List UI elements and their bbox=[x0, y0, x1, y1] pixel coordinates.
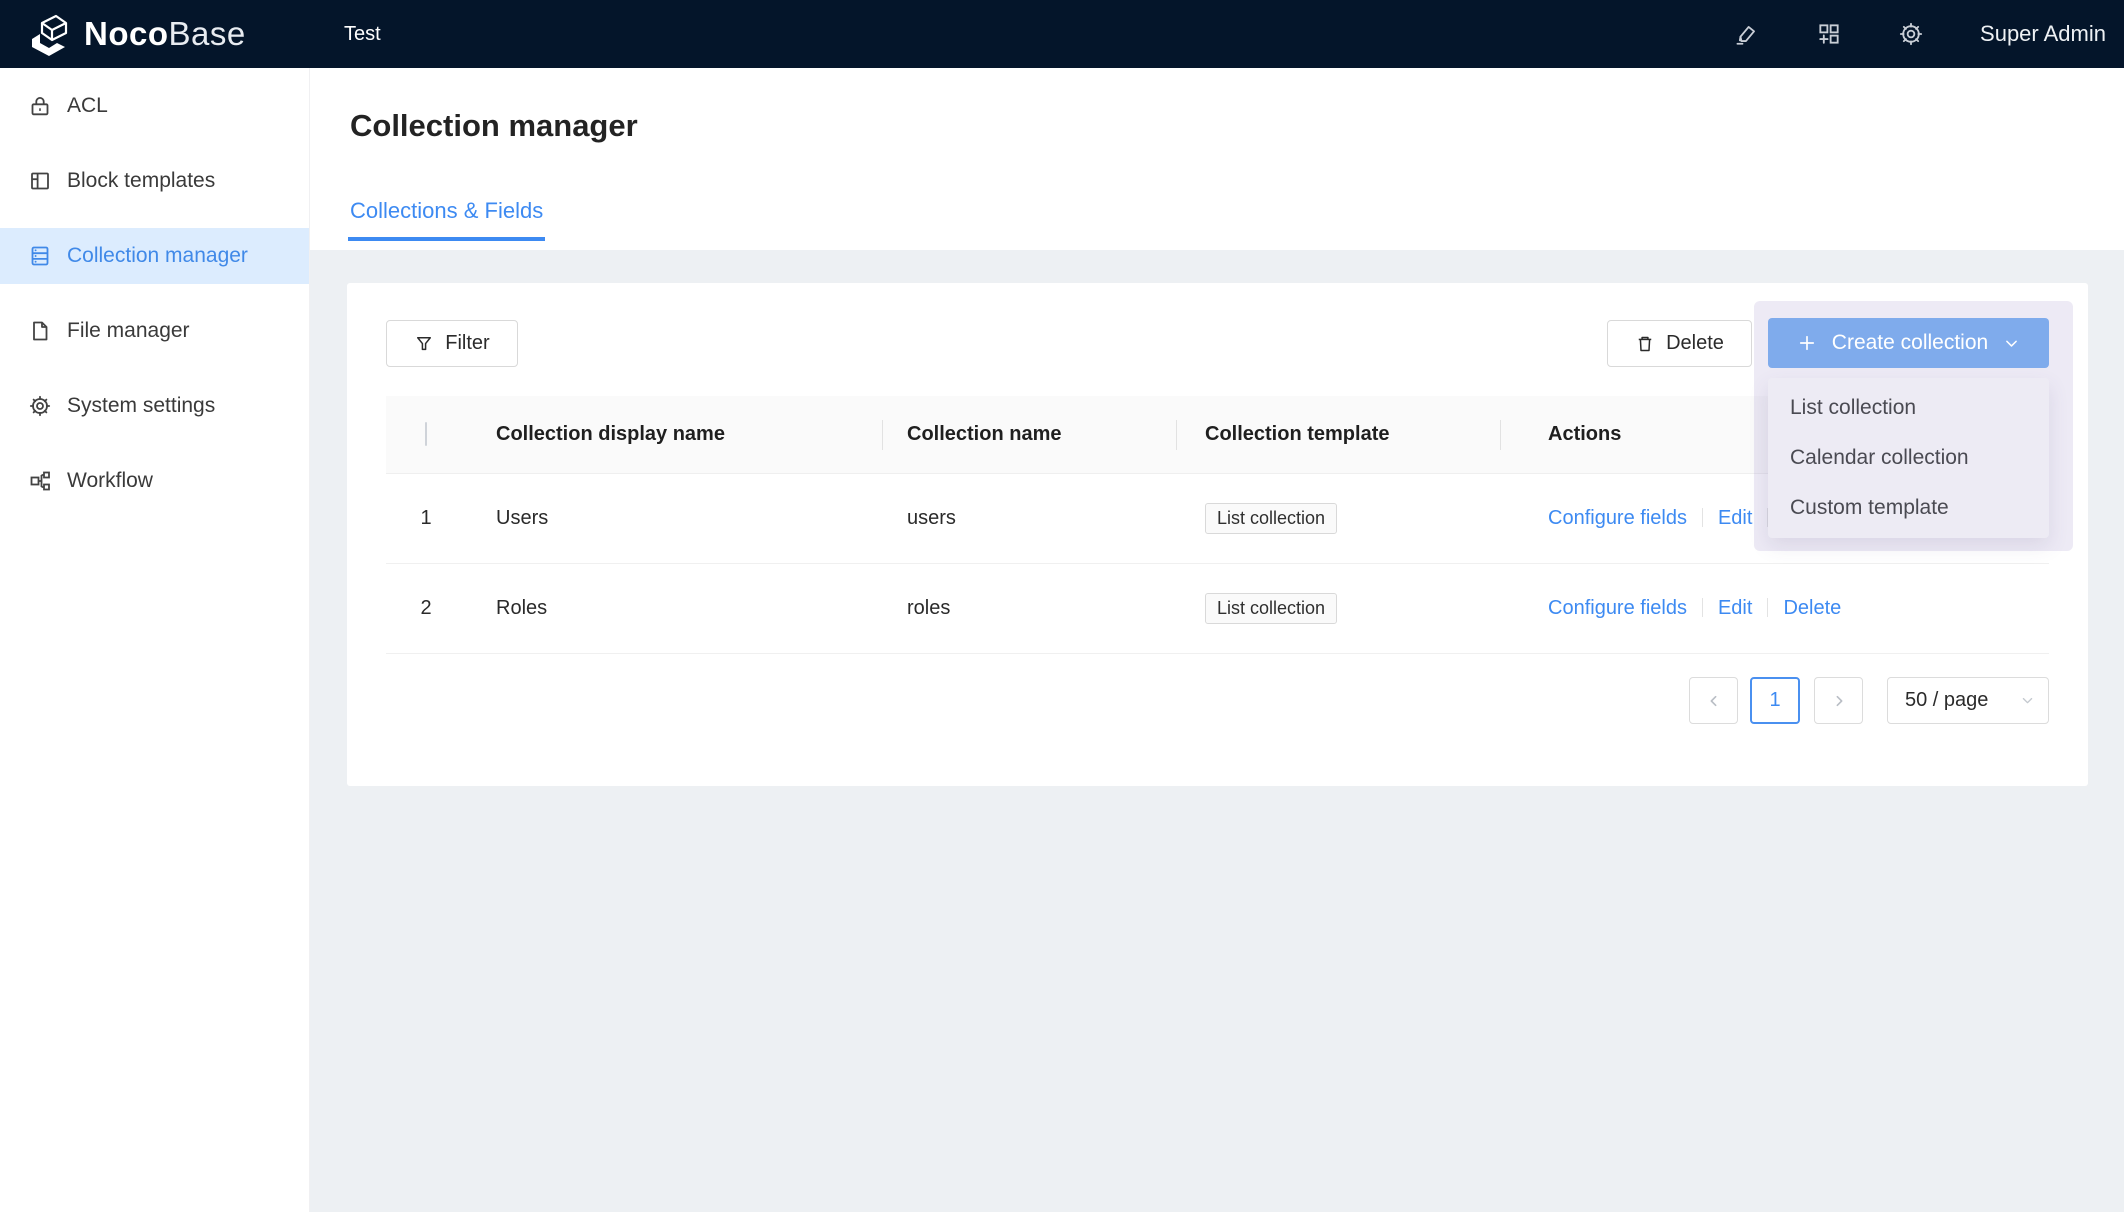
edit-link[interactable]: Edit bbox=[1718, 597, 1752, 619]
filter-icon bbox=[414, 334, 434, 354]
create-collection-button[interactable]: Create collection bbox=[1768, 318, 2049, 368]
column-header: Collection template bbox=[1176, 423, 1500, 446]
pagination: 1 50 / page bbox=[1689, 677, 2049, 724]
delete-button-label: Delete bbox=[1666, 332, 1724, 355]
nocobase-logo[interactable]: NocoBase bbox=[0, 12, 310, 56]
create-collection-label: Create collection bbox=[1832, 331, 1988, 355]
menu-item-calendar-collection[interactable]: Calendar collection bbox=[1768, 433, 2049, 483]
column-header: Collection display name bbox=[466, 423, 882, 446]
page-title: Collection manager bbox=[350, 108, 638, 144]
page-size-select[interactable]: 50 / page bbox=[1887, 677, 2049, 724]
select-all-checkbox[interactable] bbox=[425, 422, 427, 446]
nocobase-logo-icon bbox=[26, 12, 72, 56]
navbar-right: Super Admin bbox=[1734, 21, 2124, 47]
highlighter-icon[interactable] bbox=[1734, 21, 1760, 47]
workflow-icon bbox=[28, 469, 52, 493]
user-menu[interactable]: Super Admin bbox=[1980, 21, 2106, 47]
delete-link[interactable]: Delete bbox=[1783, 597, 1841, 619]
sidebar-item-label: File manager bbox=[67, 319, 190, 343]
chevron-right-icon bbox=[1831, 693, 1847, 709]
plugin-manager-icon[interactable] bbox=[1816, 21, 1842, 47]
sidebar-item-label: Workflow bbox=[67, 469, 153, 493]
cell-collection-name: users bbox=[882, 507, 1176, 530]
next-page-button[interactable] bbox=[1814, 677, 1863, 724]
sidebar-item-acl[interactable]: ACL bbox=[0, 78, 309, 134]
top-navbar: NocoBase Test bbox=[0, 0, 2124, 68]
sidebar-item-label: Block templates bbox=[67, 169, 215, 193]
app-root: NocoBase Test bbox=[0, 0, 2124, 1212]
column-header: Collection name bbox=[882, 423, 1176, 446]
main-area: Collection manager Collections & Fields … bbox=[310, 68, 2124, 1212]
nav-menu-item-test[interactable]: Test bbox=[344, 23, 381, 46]
menu-item-list-collection[interactable]: List collection bbox=[1768, 383, 2049, 433]
table-row: 2 Roles roles List collection Configure … bbox=[386, 564, 2049, 654]
sidebar-item-label: System settings bbox=[67, 394, 215, 418]
action-divider bbox=[1702, 598, 1703, 617]
configure-fields-link[interactable]: Configure fields bbox=[1548, 597, 1687, 619]
logo-text: NocoBase bbox=[84, 15, 246, 53]
edit-link[interactable]: Edit bbox=[1718, 507, 1752, 529]
delete-button[interactable]: Delete bbox=[1607, 320, 1752, 367]
chevron-left-icon bbox=[1706, 693, 1722, 709]
chevron-down-icon bbox=[2020, 693, 2035, 708]
configure-fields-link[interactable]: Configure fields bbox=[1548, 507, 1687, 529]
plus-icon bbox=[1797, 333, 1817, 353]
action-divider bbox=[1702, 508, 1703, 527]
header-checkbox-cell bbox=[386, 423, 466, 446]
trash-icon bbox=[1635, 334, 1655, 354]
gear-icon bbox=[28, 394, 52, 418]
template-tag: List collection bbox=[1205, 503, 1337, 534]
logo-text-light: Base bbox=[169, 15, 246, 52]
prev-page-button[interactable] bbox=[1689, 677, 1738, 724]
logo-text-bold: Noco bbox=[84, 15, 169, 52]
tab-collections-and-fields[interactable]: Collections & Fields bbox=[348, 198, 545, 241]
sidebar-item-label: ACL bbox=[67, 94, 108, 118]
sidebar-item-file-manager[interactable]: File manager bbox=[0, 303, 309, 359]
row-index: 2 bbox=[386, 597, 466, 620]
sidebar-item-block-templates[interactable]: Block templates bbox=[0, 153, 309, 209]
sidebar-item-label: Collection manager bbox=[67, 244, 248, 268]
database-icon bbox=[28, 244, 52, 268]
cell-actions: Configure fields Edit Delete bbox=[1500, 597, 2049, 620]
sidebar: ACL Block templates bbox=[0, 68, 310, 1212]
action-divider bbox=[1767, 598, 1768, 617]
template-tag: List collection bbox=[1205, 593, 1337, 624]
sidebar-item-system-settings[interactable]: System settings bbox=[0, 378, 309, 434]
cell-display-name: Roles bbox=[466, 597, 882, 620]
row-index: 1 bbox=[386, 507, 466, 530]
page-size-value: 50 / page bbox=[1905, 689, 1988, 712]
chevron-down-icon bbox=[2003, 335, 2020, 352]
create-collection-menu: List collection Calendar collection Cust… bbox=[1768, 378, 2049, 538]
cell-display-name: Users bbox=[466, 507, 882, 530]
settings-icon[interactable] bbox=[1898, 21, 1924, 47]
file-icon bbox=[28, 319, 52, 343]
cell-collection-name: roles bbox=[882, 597, 1176, 620]
sidebar-item-workflow[interactable]: Workflow bbox=[0, 453, 309, 509]
page-number-1[interactable]: 1 bbox=[1750, 677, 1800, 724]
filter-button[interactable]: Filter bbox=[386, 320, 518, 367]
layout-icon bbox=[28, 169, 52, 193]
menu-item-custom-template[interactable]: Custom template bbox=[1768, 483, 2049, 533]
filter-button-label: Filter bbox=[445, 332, 489, 355]
lock-icon bbox=[28, 94, 52, 118]
sidebar-item-collection-manager[interactable]: Collection manager bbox=[0, 228, 309, 284]
